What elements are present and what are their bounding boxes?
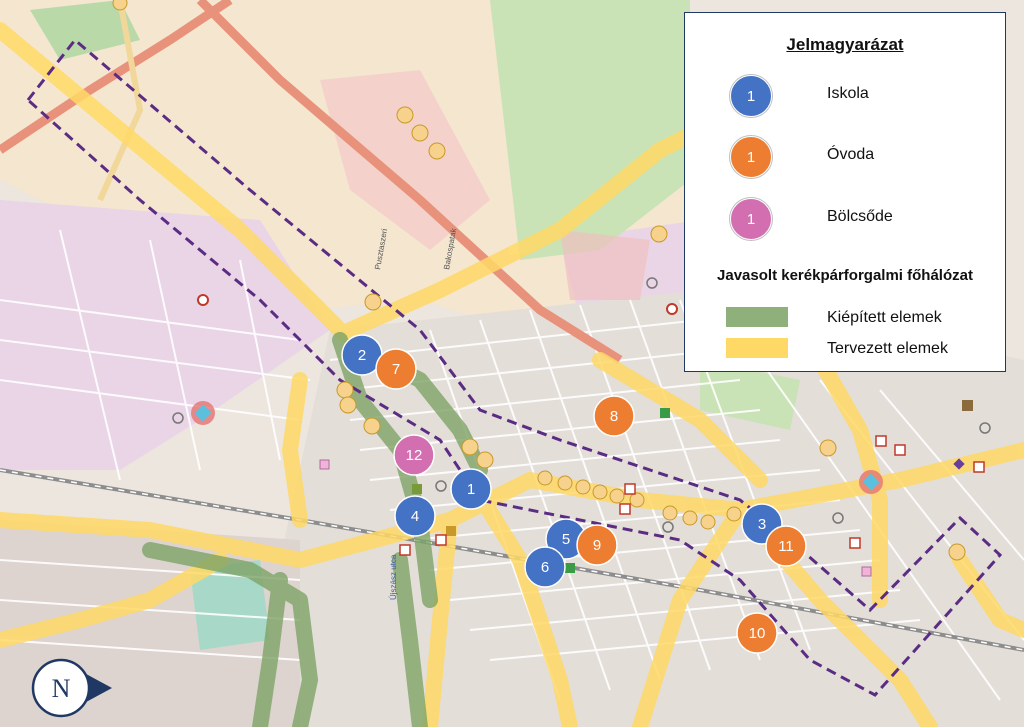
legend-kindergarten-label: Óvoda [827, 146, 875, 163]
legend-panel: Jelmagyarázat 1 Iskola 1 Óvoda 1 Bölcsőd… [684, 12, 1006, 372]
school-marker-1[interactable]: 1 [450, 468, 492, 510]
street-label-ujszasz: Újszász utca [389, 554, 398, 600]
school-marker-6[interactable]: 6 [524, 546, 566, 588]
nursery-marker-12[interactable]: 12 [393, 434, 435, 476]
kindergarten-marker-label: 7 [392, 361, 400, 378]
school-marker-label: 4 [411, 508, 419, 525]
kindergarten-marker-label: 8 [610, 408, 618, 425]
legend-item-kindergarten: 1 Óvoda [685, 136, 1005, 180]
kindergarten-marker-label: 9 [593, 537, 601, 554]
legend-built-label: Kiépített elemek [827, 309, 942, 326]
garden-area [560, 230, 650, 300]
school-marker-label: 2 [358, 347, 366, 364]
legend-nursery-circle: 1 [730, 198, 772, 240]
legend-school-circle: 1 [730, 75, 772, 117]
legend-planned-label: Tervezett elemek [827, 340, 948, 357]
school-marker-label: 3 [758, 516, 766, 533]
kindergarten-marker-11[interactable]: 11 [765, 525, 807, 567]
school-marker-label: 1 [467, 481, 475, 498]
kindergarten-marker-9[interactable]: 9 [576, 524, 618, 566]
legend-built-swatch [726, 307, 788, 327]
legend-item-nursery: 1 Bölcsőde [685, 198, 1005, 242]
kindergarten-marker-8[interactable]: 8 [593, 395, 635, 437]
legend-school-label: Iskola [827, 85, 869, 102]
legend-planned-swatch [726, 338, 788, 358]
kindergarten-marker-label: 11 [778, 538, 794, 555]
legend-kindergarten-circle: 1 [730, 136, 772, 178]
compass-letter: N [52, 674, 71, 703]
kindergarten-marker-label: 10 [749, 625, 766, 642]
legend-item-school: 1 Iskola [685, 75, 1005, 119]
school-marker-4[interactable]: 4 [394, 495, 436, 537]
kindergarten-marker-7[interactable]: 7 [375, 348, 417, 390]
school-marker-label: 6 [541, 559, 549, 576]
legend-nursery-label: Bölcsőde [827, 208, 893, 225]
school-marker-label: 5 [562, 531, 570, 548]
nursery-marker-label: 12 [406, 447, 423, 464]
kindergarten-marker-10[interactable]: 10 [736, 612, 778, 654]
legend-title: Jelmagyarázat [786, 35, 904, 54]
legend-network-title: Javasolt kerékpárforgalmi főhálózat [717, 267, 973, 284]
